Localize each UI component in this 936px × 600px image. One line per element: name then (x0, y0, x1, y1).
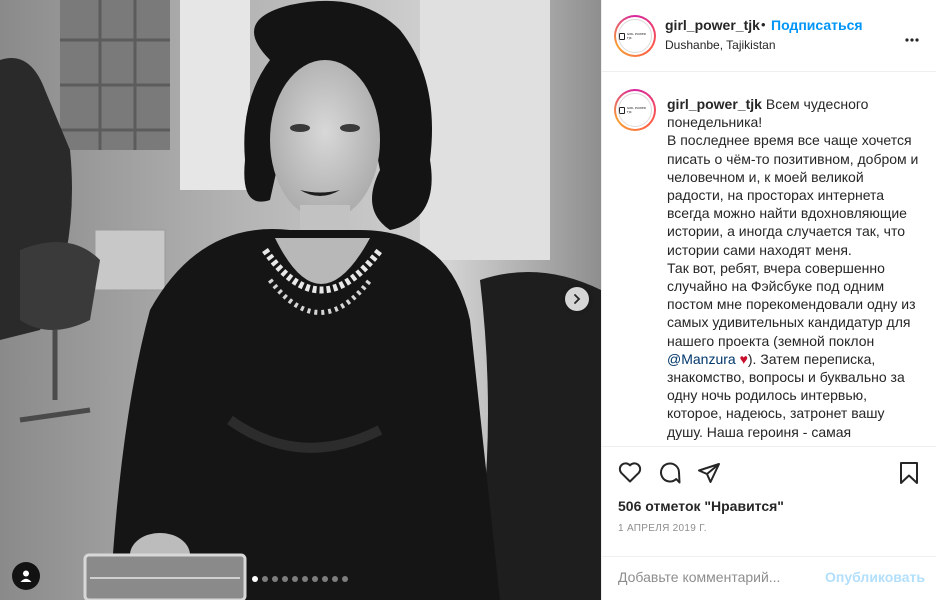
more-horizontal-icon[interactable] (905, 29, 919, 45)
post-date[interactable]: 1 АПРЕЛЯ 2019 Г. (618, 523, 707, 534)
caption-avatar[interactable]: GIRL POWER TJK (614, 89, 656, 131)
mention-link[interactable]: @Manzura (667, 351, 736, 367)
username-link[interactable]: girl_power_tjk (665, 17, 760, 33)
carousel-dot (292, 576, 298, 582)
carousel-dot (282, 576, 288, 582)
caption-section: GIRL POWER TJK girl_power_tjk Всем чудесн… (602, 73, 936, 445)
caption-line: В последнее время все чаще хочется писат… (667, 132, 919, 258)
tagged-users-button[interactable] (12, 562, 40, 590)
next-photo-button[interactable] (565, 287, 589, 311)
brand-logo: GIRL POWER TJK (619, 32, 651, 40)
follow-button[interactable]: Подписаться (771, 17, 863, 33)
comment-input[interactable] (618, 569, 808, 585)
paper-plane-icon[interactable] (697, 461, 721, 488)
carousel-dot (342, 576, 348, 582)
instagram-post-modal: GIRL POWER TJK girl_power_tjk • Подписат… (0, 0, 936, 600)
location-link[interactable]: Dushanbe, Tajikistan (665, 38, 776, 52)
carousel-dot (252, 576, 258, 582)
carousel-indicator (252, 576, 348, 582)
avatar[interactable]: GIRL POWER TJK (614, 15, 656, 57)
bookmark-icon[interactable] (898, 461, 920, 488)
carousel-dot (312, 576, 318, 582)
caption-username-link[interactable]: girl_power_tjk (667, 96, 762, 112)
separator-dot: • (761, 17, 766, 32)
heart-icon[interactable] (618, 461, 642, 486)
post-photo[interactable] (0, 0, 601, 600)
carousel-dot (302, 576, 308, 582)
post-actions: 506 отметок "Нравится" 1 АПРЕЛЯ 2019 Г. … (602, 446, 936, 600)
carousel-dot (272, 576, 278, 582)
likes-count[interactable]: 506 отметок "Нравится" (618, 498, 784, 514)
post-header: GIRL POWER TJK girl_power_tjk • Подписат… (602, 0, 936, 72)
heart-emoji: ♥ (739, 350, 748, 367)
caption-line: Так вот, ребят, вчера совершенно случайн… (667, 259, 916, 349)
chevron-right-icon (572, 294, 582, 304)
brand-logo: GIRL POWER TJK (619, 106, 651, 114)
caption-text: girl_power_tjk Всем чудесного понедельник… (667, 95, 922, 441)
comment-icon[interactable] (658, 461, 682, 488)
carousel-dot (262, 576, 268, 582)
post-side-panel: GIRL POWER TJK girl_power_tjk • Подписат… (601, 0, 936, 600)
publish-button[interactable]: Опубликовать (825, 569, 925, 585)
carousel-dot (322, 576, 328, 582)
comment-form: Опубликовать (602, 556, 936, 600)
user-tag-icon (19, 569, 33, 583)
carousel-dot (332, 576, 338, 582)
photo-image (0, 0, 601, 600)
